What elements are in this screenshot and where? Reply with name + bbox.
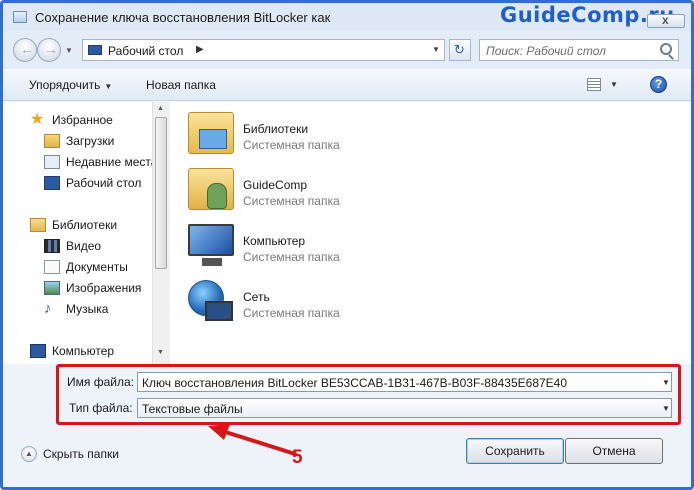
back-button[interactable]: ← xyxy=(13,38,37,62)
libraries-folder-icon xyxy=(188,112,234,154)
sidebar-item-label: Документы xyxy=(66,260,128,274)
star-icon xyxy=(30,113,46,127)
forward-arrow-icon: → xyxy=(44,41,58,57)
user-folder-icon xyxy=(188,168,234,210)
video-icon xyxy=(44,239,60,253)
new-folder-button[interactable]: Новая папка xyxy=(146,78,216,92)
cancel-button[interactable]: Отмена xyxy=(565,438,663,464)
breadcrumb-desktop[interactable]: Рабочий стол xyxy=(108,44,183,58)
address-row: ← → ▼ Рабочий стол ▶ ▼ ↻ xyxy=(3,31,691,69)
sidebar-item-label: Изображения xyxy=(66,281,142,295)
sidebar-item-label: Видео xyxy=(66,239,102,253)
recent-places-icon xyxy=(44,155,60,169)
libraries-icon xyxy=(30,218,46,232)
forward-button[interactable]: → xyxy=(37,38,61,62)
new-folder-label: Новая папка xyxy=(146,78,216,92)
search-box[interactable] xyxy=(479,39,679,61)
sidebar-item-label: Музыка xyxy=(66,302,109,316)
sidebar-item-label: Недавние места xyxy=(66,155,155,169)
organize-button[interactable]: Упорядочить ▼ xyxy=(29,78,112,92)
list-item[interactable]: Компьютер Системная папка xyxy=(188,220,448,270)
desktop-icon xyxy=(44,176,60,190)
file-name: Компьютер xyxy=(243,234,306,248)
list-item[interactable]: Сеть Системная папка xyxy=(188,276,448,326)
list-item[interactable]: GuideComp Системная папка xyxy=(188,164,448,214)
address-bar[interactable]: Рабочий стол ▶ ▼ xyxy=(82,39,445,61)
file-type: Системная папка xyxy=(243,194,340,208)
file-type: Системная папка xyxy=(243,138,340,152)
chevron-down-icon: ▼ xyxy=(104,82,113,91)
breadcrumb-arrow-icon[interactable]: ▶ xyxy=(196,44,204,55)
sidebar-item-label: Компьютер xyxy=(52,344,115,358)
file-list: Библиотеки Системная папка GuideComp Сис… xyxy=(170,102,691,364)
music-icon xyxy=(44,302,60,316)
scrollbar-thumb[interactable] xyxy=(155,117,167,269)
list-item[interactable]: Библиотеки Системная папка xyxy=(188,108,448,158)
title-bar: Сохранение ключа восстановления BitLocke… xyxy=(3,3,691,31)
computer-icon xyxy=(188,224,234,266)
sidebar-item-label: Библиотеки xyxy=(52,218,118,232)
file-name: GuideComp xyxy=(243,178,308,192)
hide-folders-label: Скрыть папки xyxy=(43,447,119,461)
computer-icon xyxy=(30,344,46,358)
close-button[interactable]: x xyxy=(647,13,685,28)
file-type: Системная папка xyxy=(243,306,340,320)
back-arrow-icon: ← xyxy=(20,41,34,57)
desktop-icon xyxy=(88,45,102,55)
organize-label: Упорядочить xyxy=(29,78,101,92)
documents-icon xyxy=(44,260,60,274)
search-icon[interactable] xyxy=(660,43,672,55)
navigation-pane: Избранное Загрузки Недавние места Рабочи… xyxy=(3,102,155,364)
refresh-icon: ↻ xyxy=(454,42,465,57)
close-icon: x xyxy=(662,13,669,27)
window-app-icon xyxy=(13,11,27,23)
file-name: Сеть xyxy=(243,290,270,304)
scroll-down-icon[interactable]: ▼ xyxy=(157,349,164,356)
sidebar-item-label: Рабочий стол xyxy=(66,176,142,190)
change-view-icon[interactable] xyxy=(587,78,601,91)
network-icon xyxy=(188,280,233,321)
scroll-up-icon[interactable]: ▲ xyxy=(157,105,164,112)
sidebar-item-label: Загрузки xyxy=(66,134,115,148)
navigation-scrollbar[interactable]: ▲ ▼ xyxy=(152,102,169,364)
annotation-step-number: 5 xyxy=(292,447,303,468)
annotation-highlight-box xyxy=(56,364,681,425)
help-icon[interactable]: ? xyxy=(650,76,667,93)
chevron-up-icon xyxy=(21,446,37,462)
file-type: Системная папка xyxy=(243,250,340,264)
file-name: Библиотеки xyxy=(243,122,309,136)
refresh-button[interactable]: ↻ xyxy=(449,39,471,61)
history-dropdown-icon[interactable]: ▼ xyxy=(65,46,73,55)
pictures-icon xyxy=(44,281,60,295)
command-toolbar: Упорядочить ▼ Новая папка ▼ ? xyxy=(3,69,691,101)
view-options-dropdown-icon[interactable]: ▼ xyxy=(610,80,618,89)
search-input[interactable] xyxy=(486,43,656,58)
downloads-folder-icon xyxy=(44,134,60,148)
address-dropdown-icon[interactable]: ▼ xyxy=(432,45,440,54)
save-button[interactable]: Сохранить xyxy=(466,438,564,464)
sidebar-item-label: Избранное xyxy=(52,113,113,127)
window-title: Сохранение ключа восстановления BitLocke… xyxy=(35,10,331,25)
